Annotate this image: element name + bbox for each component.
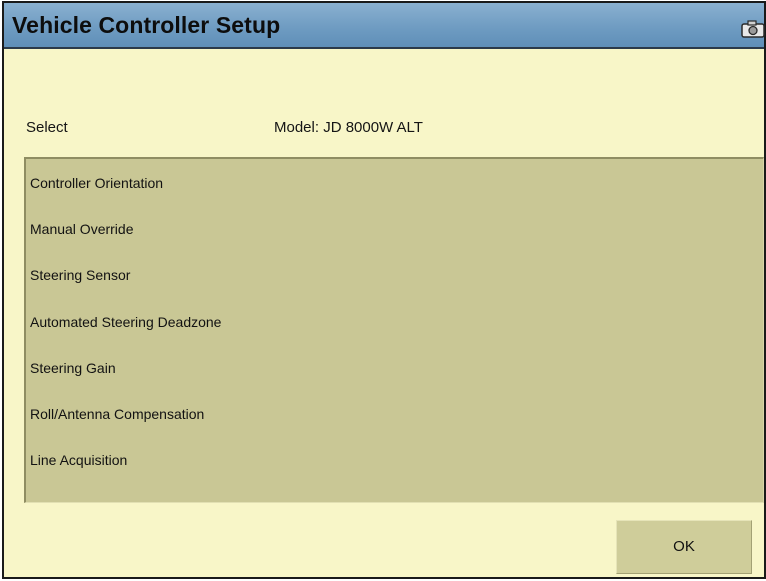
vehicle-controller-setup-window: Vehicle Controller Setup Select Model: J… — [2, 1, 766, 579]
list-item-automated-steering-deadzone[interactable]: Automated Steering Deadzone — [30, 309, 750, 335]
camera-icon[interactable] — [741, 20, 765, 38]
settings-list: Controller Orientation Manual Override S… — [24, 157, 764, 503]
list-item-steering-sensor[interactable]: Steering Sensor — [30, 262, 750, 288]
list-item-line-acquisition[interactable]: Line Acquisition — [30, 447, 750, 473]
title-bar: Vehicle Controller Setup — [4, 3, 765, 49]
list-item-roll-antenna-compensation[interactable]: Roll/Antenna Compensation — [30, 401, 750, 427]
window-title: Vehicle Controller Setup — [12, 12, 281, 38]
list-item-controller-orientation[interactable]: Controller Orientation — [30, 170, 750, 196]
model-label: Model: JD 8000W ALT — [274, 119, 423, 136]
list-item-steering-gain[interactable]: Steering Gain — [30, 355, 750, 381]
list-item-manual-override[interactable]: Manual Override — [30, 216, 750, 242]
select-label: Select — [26, 119, 68, 136]
ok-button[interactable]: OK — [616, 520, 752, 574]
